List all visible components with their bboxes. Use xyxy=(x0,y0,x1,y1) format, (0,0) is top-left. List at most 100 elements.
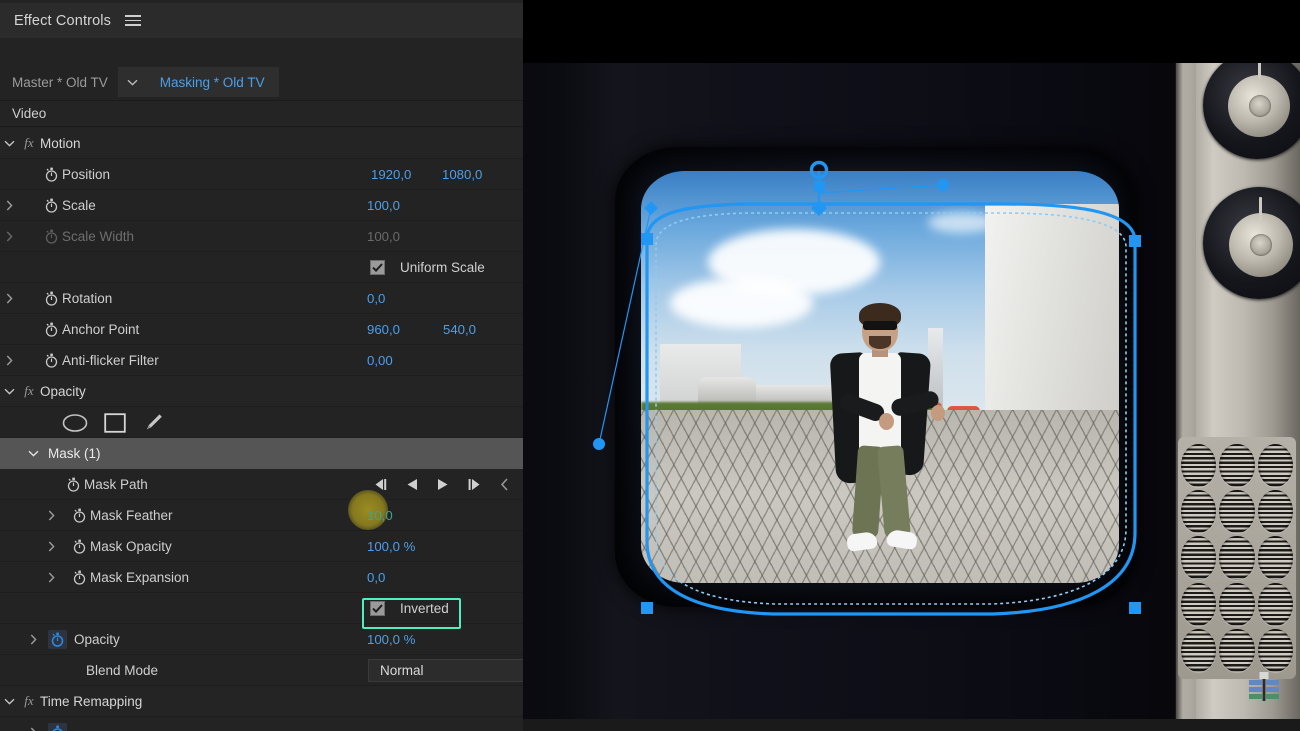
effect-controls-screen: Effect Controls Master * Old TV Masking … xyxy=(0,0,1300,731)
stopwatch-icon[interactable] xyxy=(62,477,84,492)
stopwatch-icon[interactable] xyxy=(40,291,62,306)
property-row-inverted[interactable]: Inverted xyxy=(0,593,523,624)
hand-right xyxy=(931,405,945,421)
property-value[interactable]: 0,00 xyxy=(367,353,393,368)
panel-header-filler xyxy=(0,38,523,67)
beard xyxy=(869,336,891,349)
sunglasses xyxy=(863,321,897,330)
property-value-y[interactable]: 540,0 xyxy=(443,322,476,337)
panel-title: Effect Controls xyxy=(14,13,111,29)
effect-header-opacity[interactable]: fx Opacity xyxy=(0,376,523,407)
property-row-scale[interactable]: Scale 100,0 xyxy=(0,190,523,221)
property-row-mask-opacity[interactable]: Mask Opacity 100,0 % xyxy=(0,531,523,562)
step-forward-icon[interactable] xyxy=(436,478,450,491)
property-row-mask-feather[interactable]: Mask Feather 10,0 xyxy=(0,500,523,531)
property-row-partial[interactable] xyxy=(0,717,523,731)
property-value[interactable]: 100,0 % xyxy=(367,632,415,647)
stopwatch-icon-active[interactable] xyxy=(48,723,67,731)
tv-knob-upper-center xyxy=(1249,95,1271,117)
mask-name-label: Mask (1) xyxy=(48,446,101,461)
property-value-x[interactable]: 960,0 xyxy=(367,322,400,337)
pen-mask-tool-icon[interactable] xyxy=(142,412,164,434)
twisty-open-icon[interactable] xyxy=(0,698,18,705)
stopwatch-icon xyxy=(40,229,62,244)
checkbox-uniform-scale[interactable] xyxy=(370,260,385,275)
property-label: Position xyxy=(62,167,110,182)
stopwatch-icon[interactable] xyxy=(40,322,62,337)
tv-knob-upper-pointer xyxy=(1258,63,1261,79)
grille-hole xyxy=(1219,490,1254,533)
program-monitor[interactable] xyxy=(523,0,1300,731)
checkbox-inverted[interactable] xyxy=(370,601,385,616)
twisty-closed-icon[interactable] xyxy=(0,200,18,211)
stopwatch-icon[interactable] xyxy=(40,198,62,213)
ellipse-mask-tool-icon[interactable] xyxy=(62,413,88,433)
property-row-uniform-scale[interactable]: Uniform Scale xyxy=(0,252,523,283)
property-value[interactable]: 0,0 xyxy=(367,291,385,306)
twisty-closed-icon[interactable] xyxy=(42,541,60,552)
twisty-open-icon[interactable] xyxy=(0,140,18,147)
clip-master-label[interactable]: Master * Old TV xyxy=(0,67,118,97)
twisty-closed-icon[interactable] xyxy=(0,355,18,366)
multicam-layers-icon[interactable] xyxy=(1246,670,1282,709)
hamburger-menu-icon[interactable] xyxy=(125,15,141,26)
twisty-closed-icon[interactable] xyxy=(42,572,60,583)
label-inverted: Inverted xyxy=(400,601,449,616)
chevron-down-icon[interactable] xyxy=(118,67,148,97)
property-row-mask-path[interactable]: Mask Path xyxy=(0,469,523,500)
grille-hole xyxy=(1181,583,1216,626)
property-row-position[interactable]: Position 1920,0 1080,0 xyxy=(0,159,523,190)
step-back-icon[interactable] xyxy=(405,478,419,491)
property-value: 100,0 xyxy=(367,229,400,244)
blend-mode-dropdown[interactable]: Normal xyxy=(368,659,543,682)
go-to-next-keyframe-icon[interactable] xyxy=(467,478,483,491)
stopwatch-icon[interactable] xyxy=(40,353,62,368)
twisty-open-icon[interactable] xyxy=(24,450,42,457)
property-value[interactable]: 0,0 xyxy=(367,570,385,585)
property-row-anti-flicker-filter[interactable]: Anti-flicker Filter 0,00 xyxy=(0,345,523,376)
property-row-anchor-point[interactable]: Anchor Point 960,0 540,0 xyxy=(0,314,523,345)
grille-hole xyxy=(1181,490,1216,533)
clip-active-tab[interactable]: Masking * Old TV xyxy=(148,67,279,97)
stopwatch-icon[interactable] xyxy=(68,570,90,585)
stopwatch-icon[interactable] xyxy=(68,508,90,523)
property-row-blend-mode[interactable]: Blend Mode Normal xyxy=(0,655,523,686)
stopwatch-icon-active[interactable] xyxy=(48,630,67,649)
twisty-closed-icon[interactable] xyxy=(24,727,42,731)
twisty-closed-icon[interactable] xyxy=(24,634,42,645)
fx-marker-icon: fx xyxy=(18,135,40,151)
twisty-closed-icon[interactable] xyxy=(42,510,60,521)
rectangle-mask-tool-icon[interactable] xyxy=(104,413,126,433)
property-value[interactable]: 100,0 % xyxy=(367,539,415,554)
property-label: Rotation xyxy=(62,291,112,306)
twisty-closed-icon[interactable] xyxy=(0,293,18,304)
mask-path-keyframe-nav xyxy=(372,469,510,500)
effect-header-time-remapping[interactable]: fx Time Remapping xyxy=(0,686,523,717)
property-label: Blend Mode xyxy=(86,663,158,678)
video-frame xyxy=(523,63,1300,719)
go-to-previous-keyframe-icon[interactable] xyxy=(372,478,388,491)
property-value-y[interactable]: 1080,0 xyxy=(442,167,482,182)
property-row-opacity[interactable]: Opacity 100,0 % xyxy=(0,624,523,655)
add-keyframe-icon[interactable] xyxy=(500,478,510,491)
grille-hole xyxy=(1219,629,1254,672)
property-row-rotation[interactable]: Rotation 0,0 xyxy=(0,283,523,314)
property-value-x[interactable]: 1920,0 xyxy=(371,167,411,182)
grille-hole xyxy=(1181,629,1216,672)
stopwatch-icon[interactable] xyxy=(68,539,90,554)
blend-mode-value: Normal xyxy=(380,663,424,678)
property-label: Mask Expansion xyxy=(90,570,189,585)
property-label: Anchor Point xyxy=(62,322,139,337)
stopwatch-icon[interactable] xyxy=(40,167,62,182)
property-value[interactable]: 100,0 xyxy=(367,198,400,213)
tv-knob-lower-center xyxy=(1250,234,1272,256)
section-video-label: Video xyxy=(12,106,46,121)
property-row-mask-expansion[interactable]: Mask Expansion 0,0 xyxy=(0,562,523,593)
grille-hole xyxy=(1219,583,1254,626)
mask-group-header[interactable]: Mask (1) xyxy=(0,438,523,469)
grille-hole xyxy=(1181,444,1216,487)
property-label: Mask Path xyxy=(84,477,148,492)
property-value[interactable]: 10,0 xyxy=(367,508,393,523)
effect-header-motion[interactable]: fx Motion xyxy=(0,128,523,159)
twisty-open-icon[interactable] xyxy=(0,388,18,395)
